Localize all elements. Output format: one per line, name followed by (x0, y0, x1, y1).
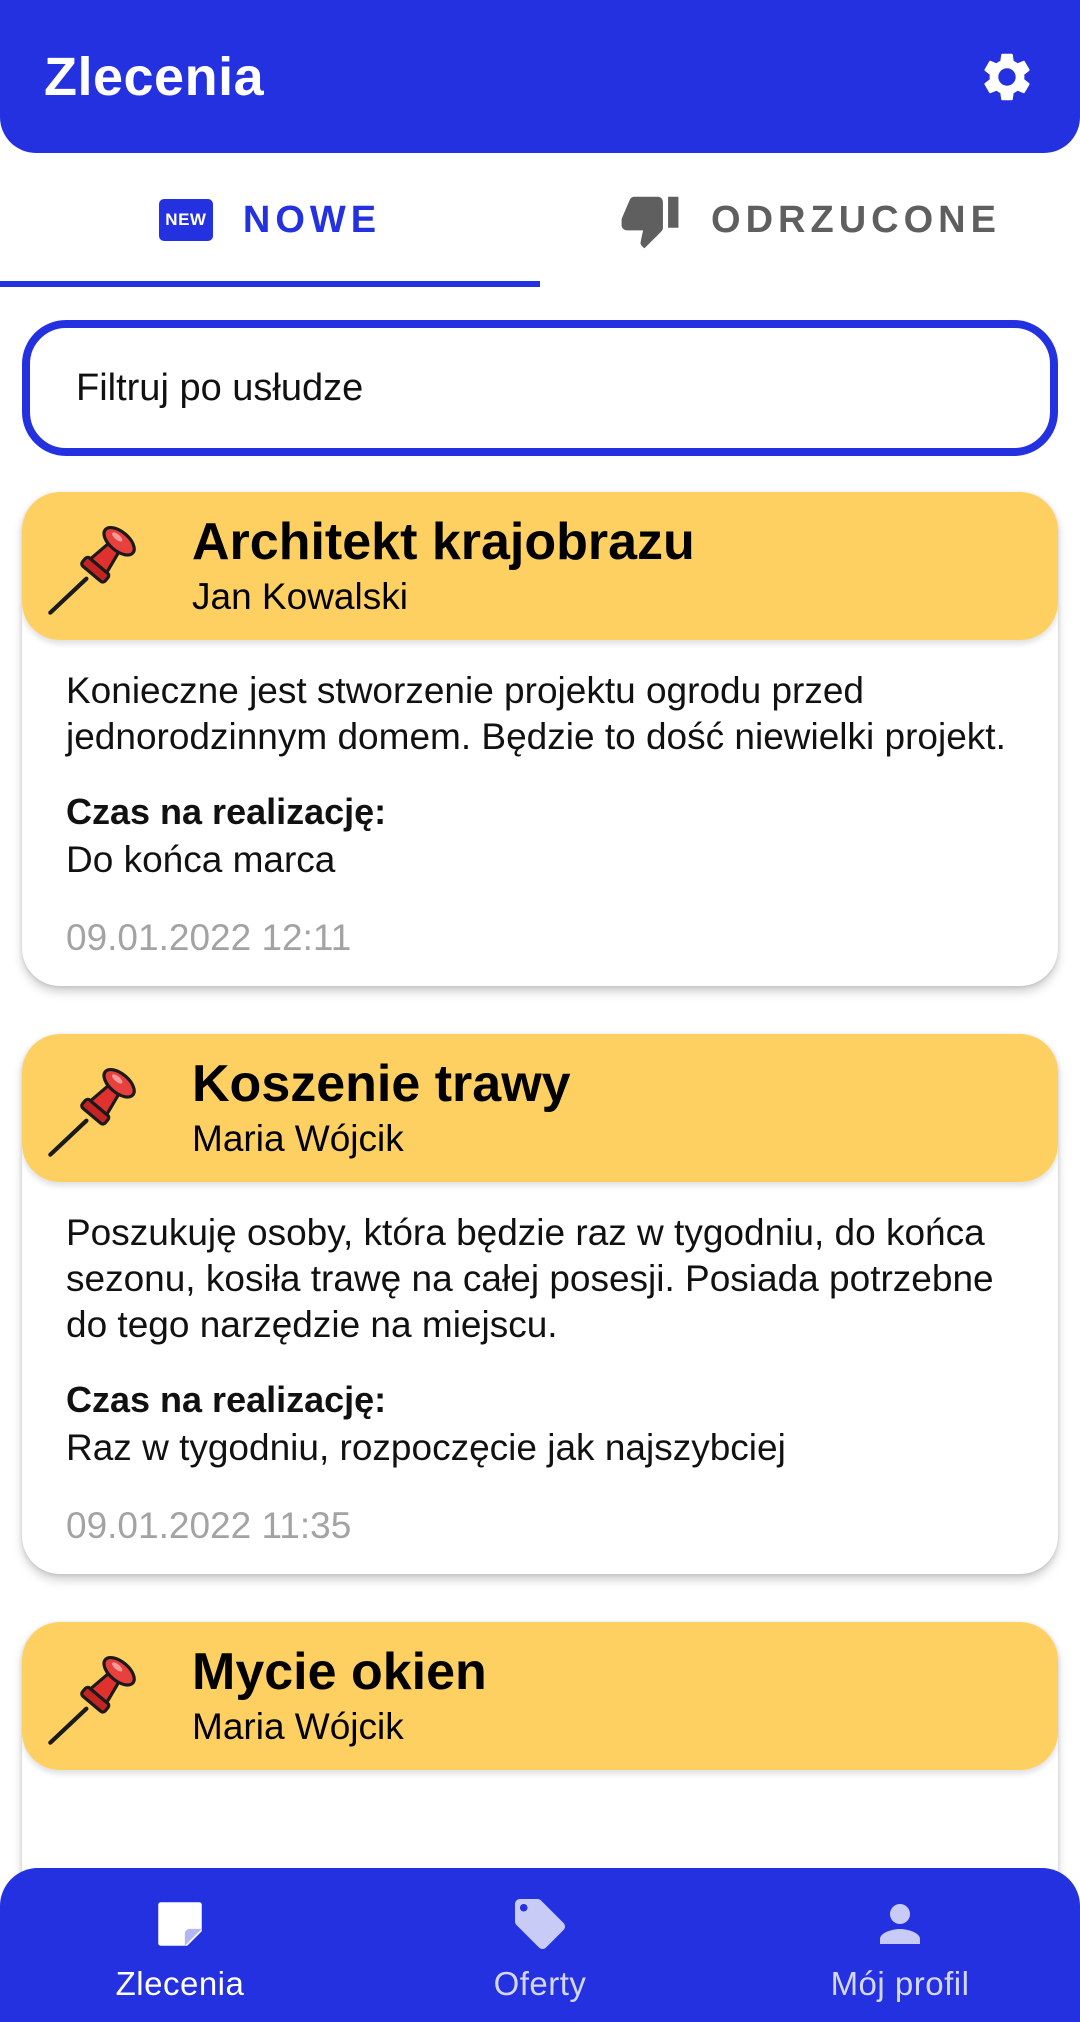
nav-profile[interactable]: Mój profil (720, 1868, 1080, 2022)
nav-offers-label: Oferty (493, 1965, 587, 2002)
order-card-header: Architekt krajobrazu Jan Kowalski (22, 492, 1058, 640)
order-title: Koszenie trawy (192, 1055, 571, 1113)
nav-profile-label: Mój profil (830, 1965, 970, 2002)
person-icon (869, 1893, 931, 1955)
order-card[interactable]: Koszenie trawy Maria Wójcik Poszukuję os… (22, 1034, 1058, 1574)
order-card-header: Mycie okien Maria Wójcik (22, 1622, 1058, 1770)
order-card[interactable]: Architekt krajobrazu Jan Kowalski Koniec… (22, 492, 1058, 986)
deadline-label: Czas na realizację: (66, 791, 387, 832)
top-app-bar: Zlecenia (0, 0, 1080, 153)
nav-orders-label: Zlecenia (115, 1965, 245, 2002)
order-title: Architekt krajobrazu (192, 513, 695, 571)
pushpin-icon (48, 1655, 136, 1745)
tag-icon (509, 1893, 571, 1955)
order-title: Mycie okien (192, 1643, 487, 1701)
nav-orders[interactable]: Zlecenia (0, 1868, 360, 2022)
tab-new-label: NOWE (242, 198, 382, 241)
order-author: Jan Kowalski (192, 576, 408, 617)
tab-rejected-label: ODRZUCONE (711, 198, 1001, 241)
filter-field[interactable] (22, 320, 1058, 456)
app-screen: Zlecenia NEW NOWE ODRZUCONE Filtruj po u… (0, 0, 1080, 2022)
order-date: 09.01.2022 11:35 (66, 1505, 352, 1546)
deadline-value: Raz w tygodniu, rozpoczęcie jak najszybc… (66, 1427, 786, 1468)
order-list: Architekt krajobrazu Jan Kowalski Koniec… (0, 492, 1080, 2022)
note-icon (149, 1893, 211, 1955)
service-filter-input[interactable] (76, 366, 1004, 410)
order-date: 09.01.2022 12:11 (66, 917, 352, 958)
active-tab-indicator (0, 281, 540, 287)
new-badge-icon: NEW (158, 199, 213, 241)
page-title: Zlecenia (44, 46, 265, 107)
settings-button[interactable] (978, 48, 1036, 106)
order-author: Maria Wójcik (192, 1118, 404, 1159)
order-author: Maria Wójcik (192, 1706, 404, 1747)
pushpin-icon (48, 1067, 136, 1157)
tab-new[interactable]: NEW NOWE (0, 153, 540, 287)
pushpin-icon (48, 525, 136, 615)
tab-rejected[interactable]: ODRZUCONE (540, 153, 1080, 287)
deadline-label: Czas na realizację: (66, 1379, 387, 1420)
thumb-down-icon (621, 196, 679, 249)
order-card-header: Koszenie trawy Maria Wójcik (22, 1034, 1058, 1182)
tab-bar: NEW NOWE ODRZUCONE (0, 153, 1080, 287)
gear-icon (984, 53, 1030, 100)
nav-offers[interactable]: Oferty (360, 1868, 720, 2022)
order-description: Konieczne jest stworzenie projektu ogrod… (66, 670, 1006, 757)
deadline-value: Do końca marca (66, 839, 336, 880)
bottom-navigation: Zlecenia Oferty Mój profil (0, 1868, 1080, 2022)
order-description: Poszukuję osoby, która będzie raz w tygo… (66, 1212, 994, 1345)
